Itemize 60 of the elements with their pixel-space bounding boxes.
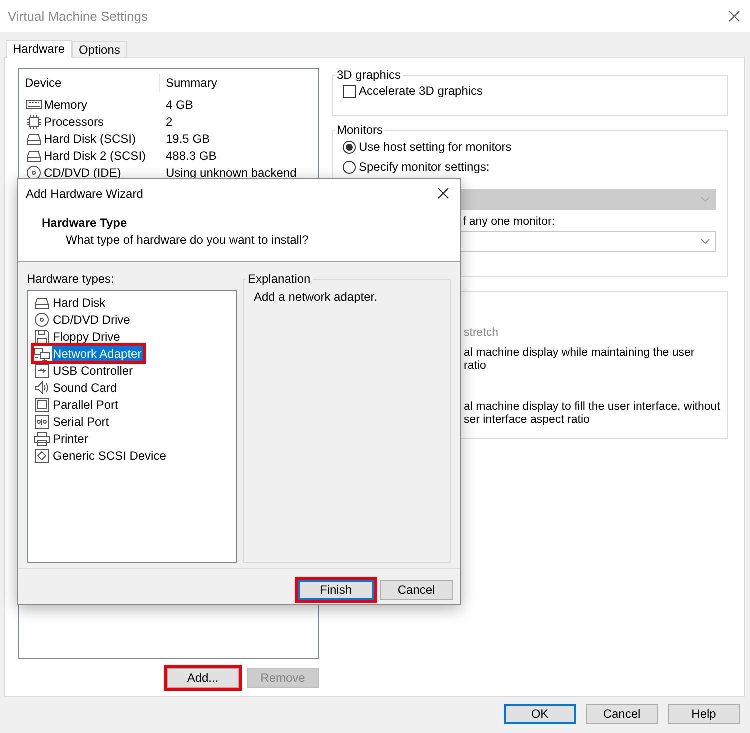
window-title: Virtual Machine Settings — [8, 8, 148, 24]
device-name[interactable]: Hard Disk (SCSI) — [44, 132, 136, 146]
cd-icon — [33, 312, 51, 328]
group-legend: Monitors — [335, 123, 386, 137]
floppy-icon — [33, 328, 51, 344]
close-icon[interactable] — [729, 10, 740, 22]
list-item[interactable]: Sound Card — [33, 379, 120, 396]
add-button[interactable]: Add... — [167, 668, 239, 688]
group-legend: Explanation — [246, 272, 313, 286]
device-summary: 488.3 GB — [166, 148, 217, 162]
column-header[interactable]: Summary — [166, 76, 218, 90]
dialog-button[interactable]: OK — [504, 704, 576, 724]
caret-icon — [701, 197, 710, 202]
list-item[interactable]: Serial Port — [33, 413, 112, 430]
dialog-button[interactable]: Cancel — [586, 704, 658, 724]
device-summary: 19.5 GB — [166, 132, 210, 146]
list-item[interactable]: Printer — [33, 430, 90, 447]
list-item[interactable]: CD/DVD Drive — [33, 311, 132, 328]
option-description: al machine display while maintaining the user ratio — [463, 347, 696, 373]
tab[interactable]: Hardware — [6, 40, 72, 58]
list-item[interactable]: Generic SCSI Device — [33, 447, 168, 464]
list-item[interactable]: USB Controller — [33, 362, 136, 379]
field-label: f any one monitor: — [462, 215, 556, 230]
dialog-title: Add Hardware Wizard — [26, 186, 144, 200]
dialog-button[interactable]: Help — [668, 704, 740, 724]
group-legend: 3D graphics — [335, 68, 404, 82]
wizard-button[interactable]: Cancel — [380, 580, 453, 600]
step-subtitle: What type of hardware do you want to install? — [65, 233, 310, 247]
monitor-radio[interactable]: Specify monitor settings: — [343, 157, 727, 177]
option-label: stretch — [463, 327, 500, 341]
network-icon — [33, 346, 51, 362]
cpu-icon — [25, 114, 43, 130]
device-name[interactable]: Hard Disk 2 (SCSI) — [44, 148, 146, 162]
caret-icon — [701, 239, 710, 244]
device-summary: 4 GB — [166, 98, 194, 112]
device-summary: 2 — [166, 114, 173, 128]
list-item[interactable]: Floppy Drive — [33, 328, 122, 345]
list-label: Hardware types: — [27, 272, 116, 285]
device-name[interactable]: CD/DVD (IDE) — [44, 166, 122, 180]
device-summary: Using unknown backend — [166, 166, 297, 180]
printer-icon — [33, 430, 51, 446]
close-icon[interactable] — [438, 188, 449, 199]
column-header[interactable]: Device — [25, 76, 62, 90]
cd-icon — [25, 164, 43, 180]
tab[interactable]: Options — [72, 41, 128, 57]
usb-icon — [33, 362, 51, 378]
accelerate-checkbox[interactable]: Accelerate 3D graphics — [343, 82, 727, 100]
list-item[interactable]: Parallel Port — [33, 396, 120, 413]
device-name[interactable]: Memory — [44, 98, 88, 112]
scsi-icon — [33, 448, 51, 464]
option-description: al machine display to fill the user interface, without ser interface aspect ratio — [463, 401, 722, 427]
parallel-icon — [33, 396, 51, 412]
sound-icon — [33, 380, 51, 396]
device-name[interactable]: Processors — [44, 114, 104, 128]
wizard-button[interactable]: Finish — [298, 580, 374, 600]
serial-icon — [33, 414, 51, 430]
monitor-radio[interactable]: Use host setting for monitors — [343, 137, 727, 157]
explanation-text: Add a network adapter. — [254, 290, 378, 304]
list-item[interactable]: Hard Disk — [33, 294, 108, 311]
step-heading: Hardware Type — [42, 216, 128, 230]
